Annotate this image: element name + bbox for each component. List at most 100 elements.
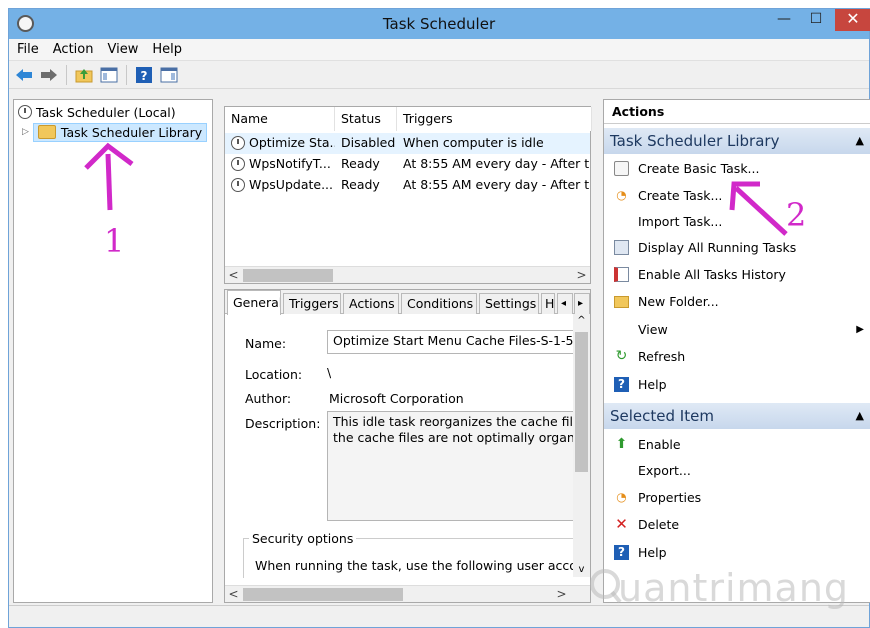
tab-general[interactable]: General xyxy=(227,290,281,315)
menu-help[interactable]: Help xyxy=(152,42,182,57)
task-row[interactable]: Optimize Sta... Disabled When computer i… xyxy=(225,133,590,154)
watermark-logo-icon xyxy=(590,569,622,604)
task-triggers: When computer is idle xyxy=(403,135,544,150)
section-label: Task Scheduler Library xyxy=(610,132,780,150)
tab-triggers[interactable]: Triggers xyxy=(283,293,341,314)
help-icon: ? xyxy=(614,377,629,392)
task-status: Ready xyxy=(341,156,380,171)
show-hide-tree-icon[interactable] xyxy=(98,64,120,86)
up-folder-icon[interactable] xyxy=(73,64,95,86)
task-status: Disabled xyxy=(341,135,396,150)
show-hide-action-pane-icon[interactable] xyxy=(158,64,180,86)
scroll-up-arrow[interactable]: ^ xyxy=(573,314,590,328)
task-triggers: At 8:55 AM every day - After trig xyxy=(403,156,590,171)
actions-title: Actions xyxy=(604,100,870,124)
action-label: Enable All Tasks History xyxy=(638,267,786,282)
task-clock-icon xyxy=(231,136,245,150)
menu-file[interactable]: File xyxy=(17,42,39,57)
scroll-left-arrow[interactable]: < xyxy=(225,267,242,284)
minimize-button[interactable]: — xyxy=(769,9,799,31)
properties-pane: General Triggers Actions Conditions Sett… xyxy=(224,289,591,603)
history-icon xyxy=(614,267,629,282)
section-task-scheduler-library[interactable]: Task Scheduler Library ▲ xyxy=(604,128,870,154)
tab-conditions[interactable]: Conditions xyxy=(401,293,477,314)
tree-library[interactable]: ▷ Task Scheduler Library xyxy=(22,122,208,142)
action-refresh[interactable]: ↻ Refresh xyxy=(604,343,870,370)
forward-arrow-icon[interactable] xyxy=(38,64,60,86)
security-text: When running the task, use the following… xyxy=(255,558,575,573)
annotation-number-1: 1 xyxy=(104,222,125,260)
scroll-right-arrow[interactable]: > xyxy=(553,586,570,603)
scroll-thumb[interactable] xyxy=(243,269,333,282)
task-list: Name Status Triggers Optimize Sta... Dis… xyxy=(224,106,592,284)
scroll-left-arrow[interactable]: < xyxy=(225,586,242,603)
action-new-folder[interactable]: New Folder... xyxy=(604,288,870,315)
help-icon: ? xyxy=(614,545,629,560)
location-value: \ xyxy=(327,365,332,380)
task-row[interactable]: WpsUpdate... Ready At 8:55 AM every day … xyxy=(225,175,590,196)
delete-x-icon: ✕ xyxy=(615,515,628,533)
action-help-selected[interactable]: ? Help xyxy=(604,539,870,566)
column-header-triggers[interactable]: Triggers xyxy=(397,107,592,131)
section-selected-item[interactable]: Selected Item ▲ xyxy=(604,403,870,429)
collapse-icon[interactable]: ▲ xyxy=(856,403,864,429)
clock-icon xyxy=(18,105,32,119)
task-status: Ready xyxy=(341,177,380,192)
task-name: WpsUpdate... xyxy=(249,177,333,192)
tree-library-label: Task Scheduler Library xyxy=(60,124,203,140)
tab-scroll-left[interactable]: ◂ xyxy=(557,293,573,314)
description-label: Description: xyxy=(245,416,321,431)
scroll-thumb[interactable] xyxy=(243,588,403,601)
action-view[interactable]: View ▶ xyxy=(604,316,870,343)
back-arrow-icon[interactable] xyxy=(13,64,35,86)
create-task-icon: ◔ xyxy=(616,188,627,202)
description-field[interactable]: This idle task reorganizes the cache fil… xyxy=(327,411,575,521)
action-help[interactable]: ? Help xyxy=(604,371,870,398)
task-name: Optimize Sta... xyxy=(249,135,335,150)
action-label: Help xyxy=(638,545,667,560)
properties-vscroll[interactable]: ^ v xyxy=(573,314,590,577)
submenu-arrow-icon: ▶ xyxy=(856,324,864,335)
tree-root[interactable]: Task Scheduler (Local) xyxy=(18,102,176,122)
tab-actions[interactable]: Actions xyxy=(343,293,399,314)
tab-scroll-right[interactable]: ▸ xyxy=(574,293,590,314)
action-label: Export... xyxy=(638,463,691,478)
collapse-icon[interactable]: ▲ xyxy=(856,128,864,154)
action-properties[interactable]: ◔ Properties xyxy=(604,484,870,511)
action-enable-history[interactable]: Enable All Tasks History xyxy=(604,261,870,288)
tab-history[interactable]: H xyxy=(541,293,555,314)
scroll-right-arrow[interactable]: > xyxy=(573,267,590,284)
properties-icon: ◔ xyxy=(616,490,627,504)
menu-action[interactable]: Action xyxy=(53,42,94,57)
close-button[interactable]: ✕ xyxy=(835,9,870,31)
toolbar-separator xyxy=(126,64,127,85)
enable-arrow-icon: ⬆ xyxy=(615,436,628,452)
task-triggers: At 8:55 AM every day - After trig xyxy=(403,177,590,192)
annotation-number-2: 2 xyxy=(786,196,807,234)
action-enable[interactable]: ⬆ Enable xyxy=(604,431,870,458)
properties-hscroll[interactable]: < > xyxy=(225,585,590,602)
task-list-hscroll[interactable]: < > xyxy=(225,266,590,283)
refresh-icon: ↻ xyxy=(615,348,628,364)
task-row[interactable]: WpsNotifyT... Ready At 8:55 AM every day… xyxy=(225,154,590,175)
title-bar[interactable]: Task Scheduler — ☐ ✕ xyxy=(9,9,870,39)
maximize-button[interactable]: ☐ xyxy=(801,9,831,31)
menu-view[interactable]: View xyxy=(107,42,138,57)
help-icon[interactable]: ? xyxy=(133,64,155,86)
toolbar-separator xyxy=(66,64,67,85)
name-field[interactable]: Optimize Start Menu Cache Files-S-1-5-21… xyxy=(327,330,575,354)
running-tasks-icon xyxy=(614,240,629,255)
column-header-status[interactable]: Status xyxy=(335,107,397,131)
task-name: WpsNotifyT... xyxy=(249,156,331,171)
menu-bar: File Action View Help xyxy=(9,39,869,61)
scroll-thumb[interactable] xyxy=(575,332,588,472)
expand-icon[interactable]: ▷ xyxy=(22,127,29,137)
new-folder-icon xyxy=(614,296,629,308)
column-header-name[interactable]: Name xyxy=(225,107,335,131)
tab-settings[interactable]: Settings xyxy=(479,293,539,314)
actions-pane: Actions Task Scheduler Library ▲ Create … xyxy=(603,99,870,603)
action-export[interactable]: Export... xyxy=(604,457,870,484)
action-delete[interactable]: ✕ Delete xyxy=(604,511,870,538)
tree-library-selected[interactable]: Task Scheduler Library xyxy=(32,122,208,142)
annotation-arrow-1 xyxy=(84,142,134,211)
